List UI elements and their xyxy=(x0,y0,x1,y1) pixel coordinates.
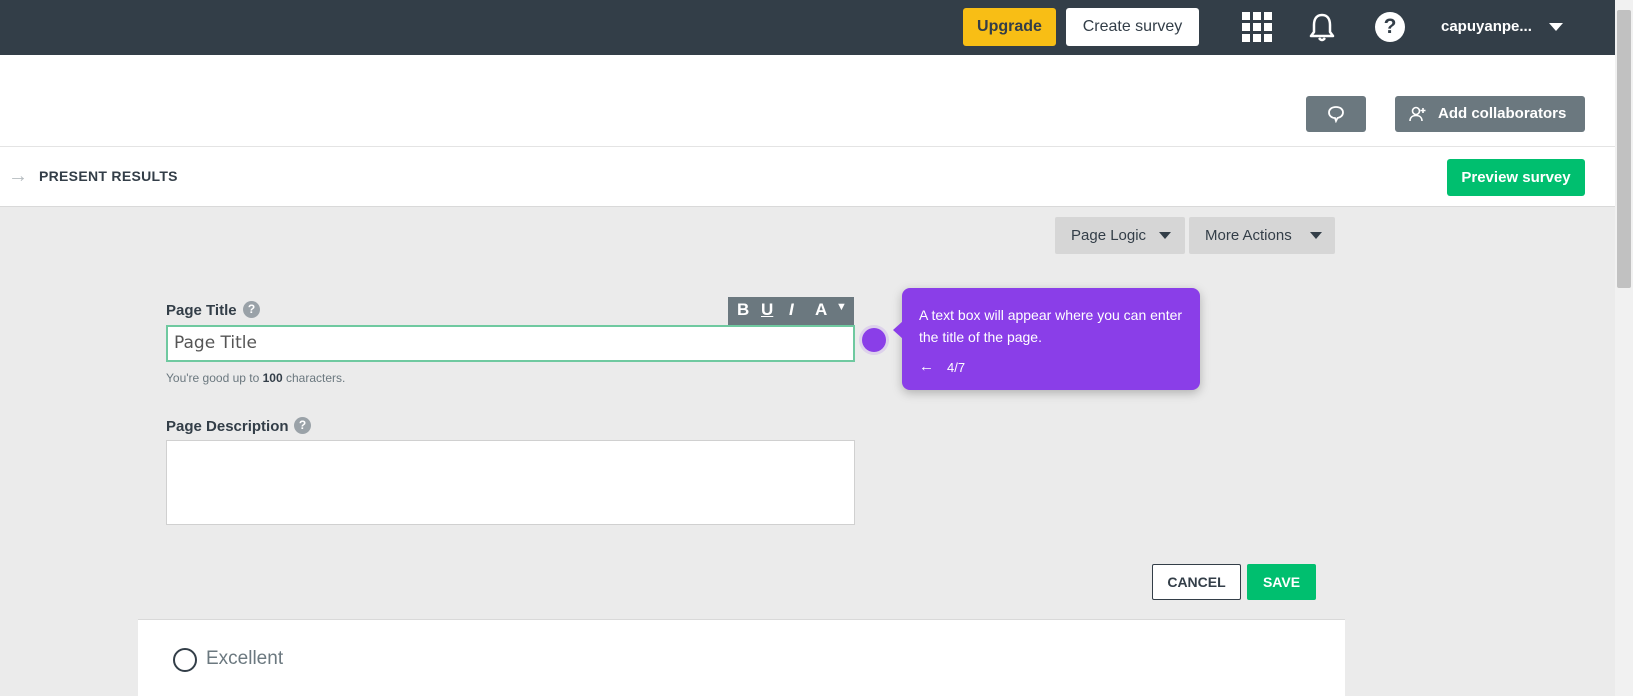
help-icon[interactable]: ? xyxy=(294,417,311,434)
text-color-button[interactable]: A xyxy=(815,300,827,320)
cancel-button[interactable]: CANCEL xyxy=(1152,564,1241,600)
underline-button[interactable]: U xyxy=(761,300,773,320)
bold-button[interactable]: B xyxy=(737,300,749,320)
help-icon[interactable]: ? xyxy=(1375,12,1405,42)
page-description-label: Page Description xyxy=(166,418,289,435)
caret-down-icon[interactable] xyxy=(1549,23,1563,31)
help-icon[interactable]: ? xyxy=(243,301,260,318)
radio-button[interactable] xyxy=(173,648,197,672)
character-limit-hint: You're good up to 100 characters. xyxy=(166,371,346,385)
italic-button[interactable]: I xyxy=(789,300,794,320)
scrollbar-thumb[interactable] xyxy=(1617,10,1631,288)
top-navbar: Upgrade Create survey ? capuyanpe... xyxy=(0,0,1615,55)
tour-text: A text box will appear where you can ent… xyxy=(919,307,1183,345)
add-user-icon xyxy=(1409,106,1426,122)
answer-option-label[interactable]: Excellent xyxy=(206,648,283,670)
add-collaborators-label: Add collaborators xyxy=(1438,105,1567,122)
tour-hotspot[interactable] xyxy=(862,328,886,352)
tour-step-counter: 4/7 xyxy=(947,360,966,375)
page-logic-label: Page Logic xyxy=(1071,227,1147,244)
step-present-results[interactable]: PRESENT RESULTS xyxy=(39,168,178,184)
page-scrollbar[interactable] xyxy=(1615,0,1633,696)
page-edit-panel: Page Logic More Actions Page Title ? B U… xyxy=(138,207,1345,619)
caret-down-icon xyxy=(1310,232,1322,239)
create-survey-button[interactable]: Create survey xyxy=(1066,8,1199,46)
bell-icon[interactable] xyxy=(1307,11,1337,43)
tour-tooltip: A text box will appear where you can ent… xyxy=(893,288,1200,390)
more-actions-label: More Actions xyxy=(1205,227,1292,244)
add-collaborators-button[interactable]: Add collaborators xyxy=(1395,96,1585,132)
preview-survey-button[interactable]: Preview survey xyxy=(1447,159,1585,196)
caret-down-icon[interactable]: ▼ xyxy=(836,301,847,313)
rich-text-toolbar: B U I A ▼ xyxy=(728,297,854,325)
page-title-label: Page Title xyxy=(166,302,237,319)
user-menu[interactable]: capuyanpe... xyxy=(1441,14,1532,40)
more-actions-dropdown[interactable]: More Actions xyxy=(1189,217,1335,254)
comments-button[interactable] xyxy=(1306,96,1366,132)
apps-icon[interactable] xyxy=(1242,12,1272,42)
back-arrow-icon[interactable]: ← xyxy=(919,358,934,375)
page-title-input[interactable]: Page Title xyxy=(166,325,855,362)
page-description-input[interactable] xyxy=(166,440,855,525)
save-button[interactable]: SAVE xyxy=(1247,564,1316,600)
steps-bar: → PRESENT RESULTS Preview survey xyxy=(0,147,1615,207)
comment-icon xyxy=(1328,106,1344,123)
upgrade-button[interactable]: Upgrade xyxy=(963,8,1056,46)
survey-header: Add collaborators xyxy=(0,55,1615,147)
caret-down-icon xyxy=(1159,232,1171,239)
page-logic-dropdown[interactable]: Page Logic xyxy=(1055,217,1185,254)
question-preview: Excellent xyxy=(138,619,1345,696)
arrow-right-icon: → xyxy=(8,165,28,187)
